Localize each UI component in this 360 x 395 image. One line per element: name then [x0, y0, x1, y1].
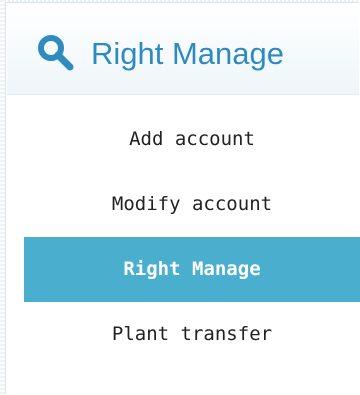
- search-icon: [38, 35, 74, 71]
- right-manage-panel: Right Manage Add account Modify account …: [5, 2, 360, 394]
- panel-title: Right Manage: [91, 36, 285, 71]
- menu-item-plant-transfer[interactable]: Plant transfer: [24, 302, 360, 367]
- panel-header: Right Manage: [7, 4, 359, 95]
- menu-item-right-manage[interactable]: Right Manage: [24, 237, 360, 302]
- menu-item-add-account[interactable]: Add account: [24, 107, 360, 172]
- menu-list: Add account Modify account Right Manage …: [24, 107, 360, 367]
- menu-item-modify-account[interactable]: Modify account: [24, 172, 360, 237]
